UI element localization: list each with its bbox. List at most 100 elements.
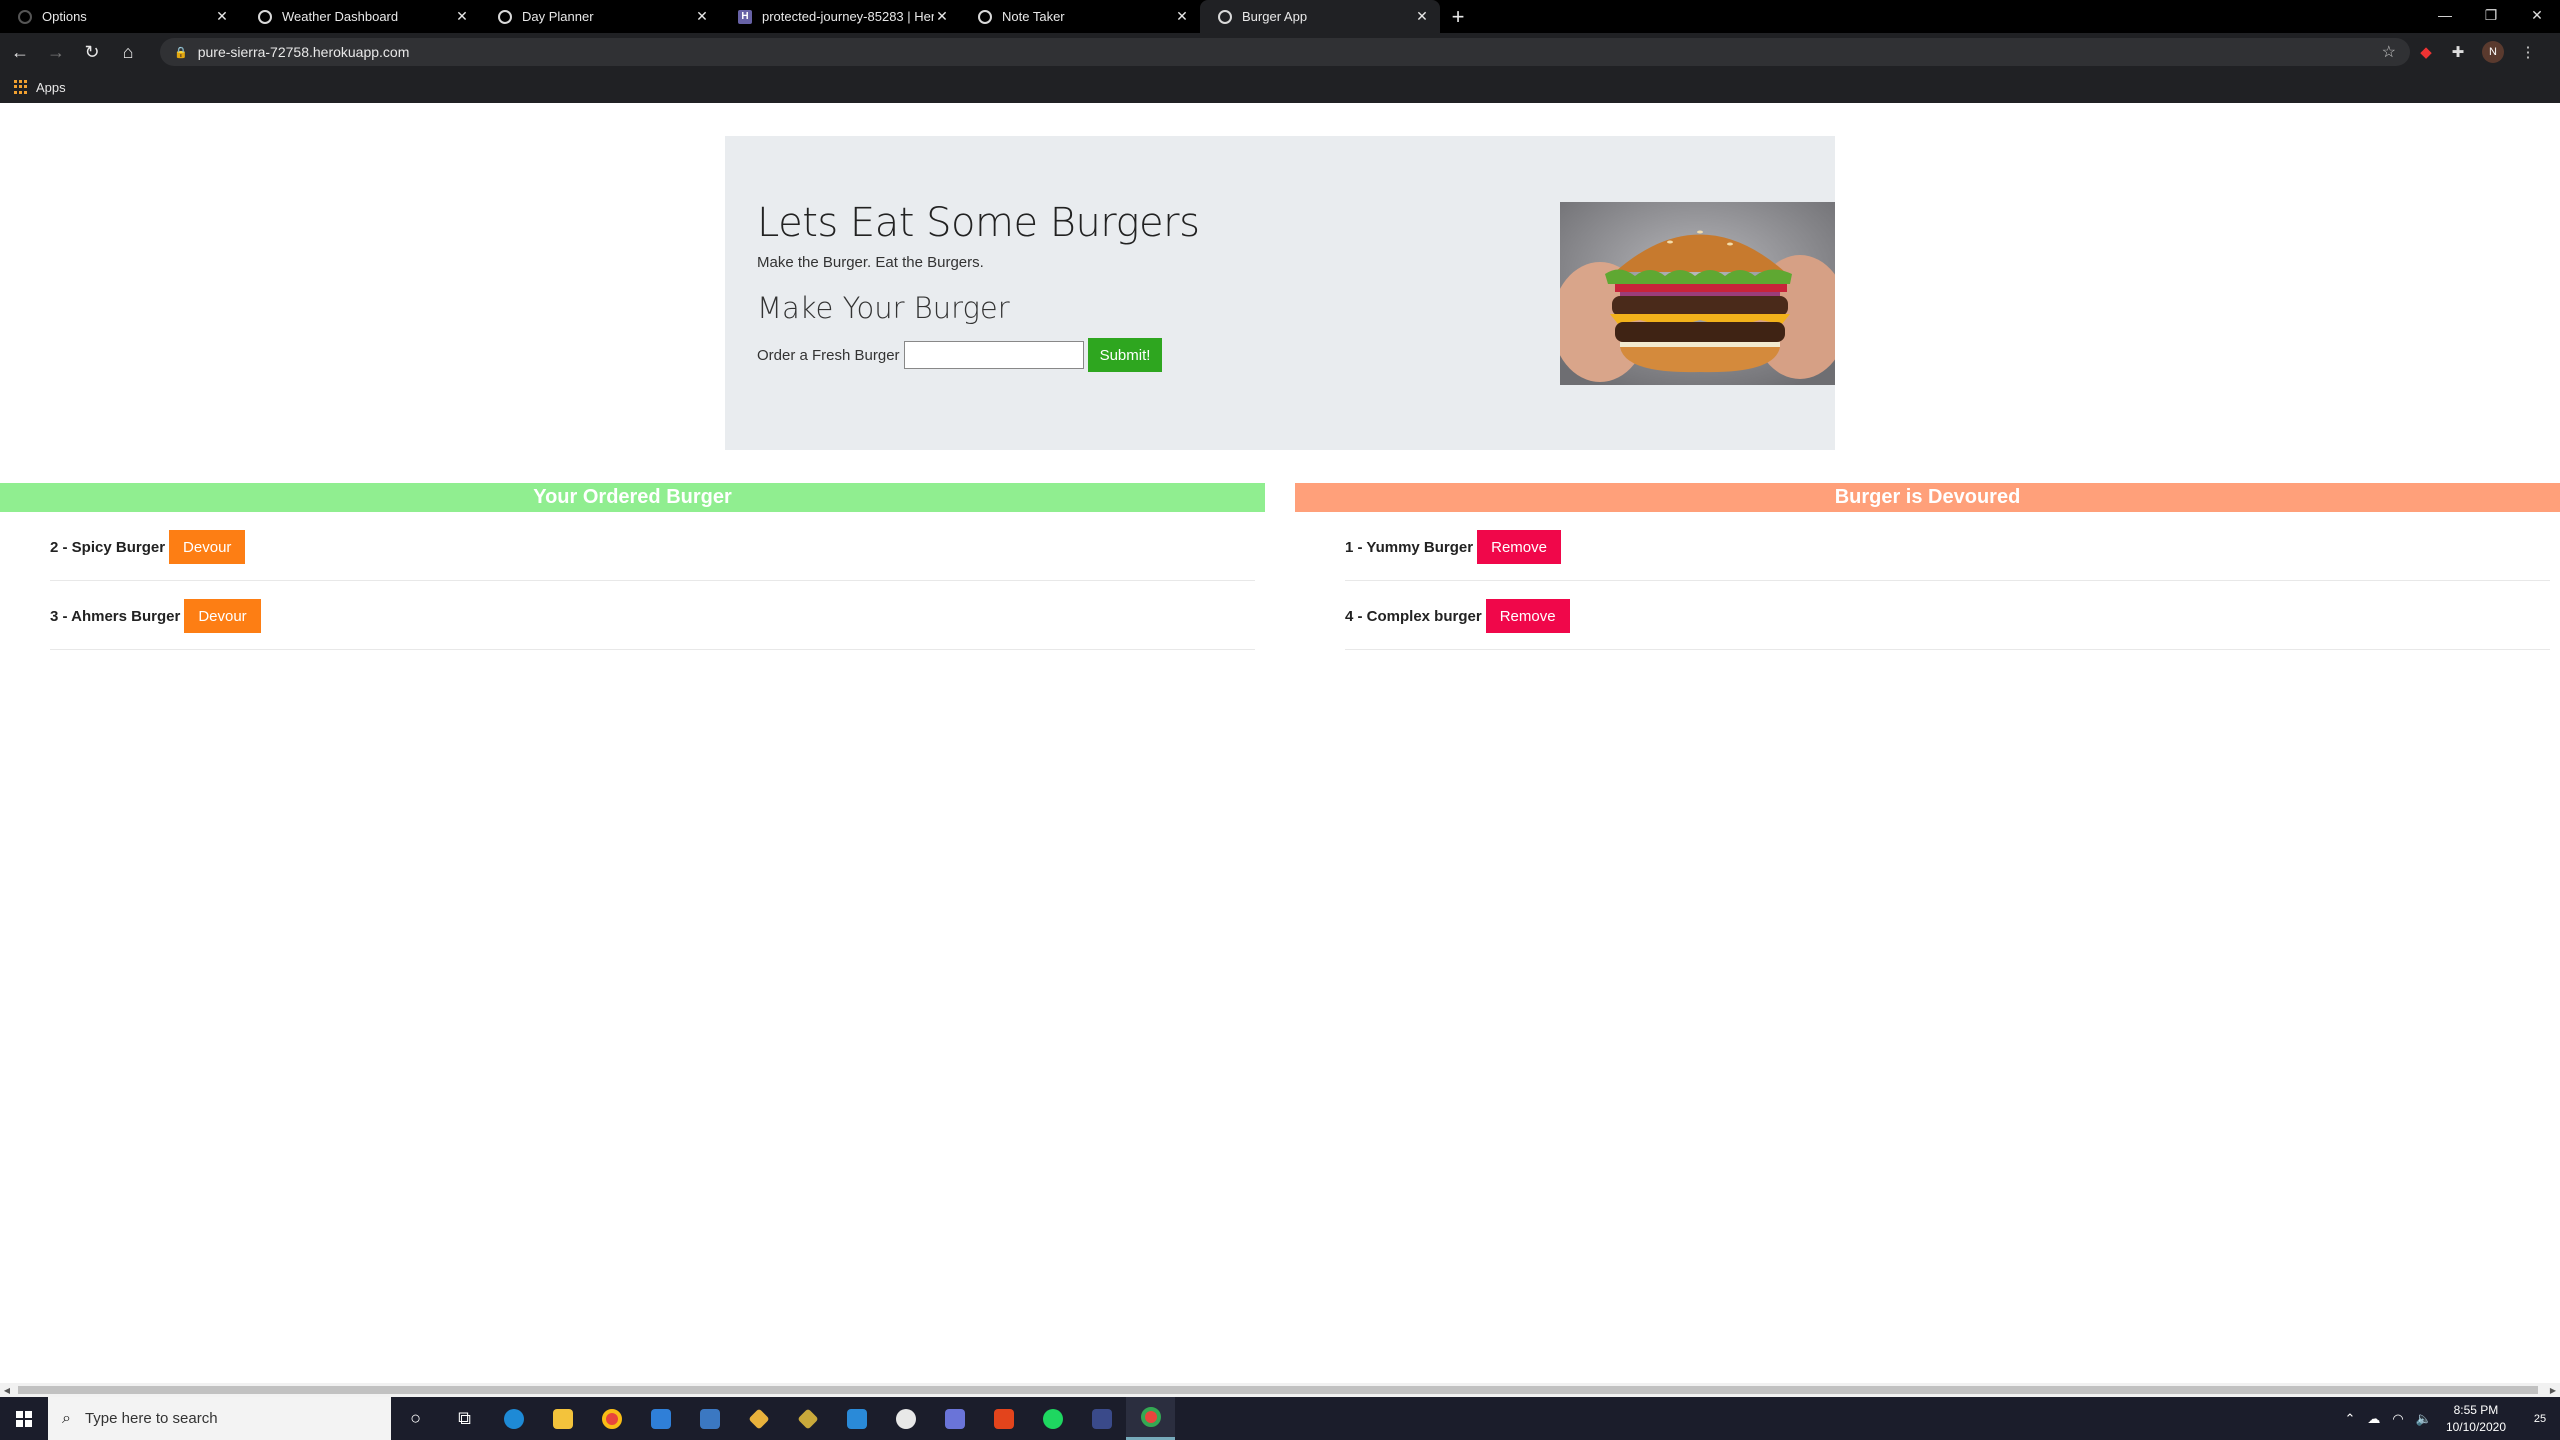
reload-icon[interactable]: ↻ (76, 36, 108, 68)
burger-name: 2 - Spicy Burger (50, 538, 166, 556)
ordered-list: 2 - Spicy Burger Devour 3 - Ahmers Burge… (50, 512, 1255, 650)
clock-date: 10/10/2020 (2445, 1419, 2506, 1434)
devour-button[interactable]: Devour (184, 599, 261, 633)
scroll-right-icon[interactable]: ▶ (2546, 1383, 2560, 1397)
office-icon[interactable] (979, 1397, 1028, 1440)
cortana-icon[interactable]: ○ (391, 1397, 440, 1440)
tab-burger-app[interactable]: Burger App ✕ (1200, 0, 1440, 33)
heroku-icon: H (738, 9, 752, 24)
system-tray: ⌃ ☁ ◠ 🔈 8:55 PM 10/10/2020 25 (2339, 1397, 2560, 1440)
horizontal-scrollbar[interactable]: ◀ ▶ (0, 1383, 2560, 1397)
bookmarks-bar: Apps (0, 71, 2560, 103)
git-icon[interactable] (734, 1397, 783, 1440)
clock[interactable]: 8:55 PM 10/10/2020 (2446, 1402, 2506, 1436)
volume-icon[interactable]: 🔈 (2416, 1411, 2432, 1427)
tab-note-taker[interactable]: Note Taker ✕ (960, 0, 1200, 33)
scrollbar-thumb[interactable] (18, 1386, 2538, 1394)
discord-icon[interactable] (930, 1397, 979, 1440)
scroll-left-icon[interactable]: ◀ (0, 1383, 14, 1397)
close-icon[interactable]: ✕ (454, 8, 470, 25)
home-icon[interactable]: ⌂ (112, 36, 144, 68)
git-bash-icon[interactable] (783, 1397, 832, 1440)
devoured-header: Burger is Devoured (1295, 483, 2560, 512)
start-button[interactable] (0, 1397, 48, 1440)
ordered-column: Your Ordered Burger 2 - Spicy Burger Dev… (0, 483, 1265, 650)
tab-weather-dashboard[interactable]: Weather Dashboard ✕ (240, 0, 480, 33)
extension-icon[interactable]: ◆ (2410, 36, 2442, 68)
notification-count: 25 (2533, 1412, 2547, 1425)
devoured-list: 1 - Yummy Burger Remove 4 - Complex burg… (1345, 512, 2550, 650)
list-item: 1 - Yummy Burger Remove (1345, 512, 2550, 581)
toolbar: ← → ↻ ⌂ 🔒 pure-sierra-72758.herokuapp.co… (0, 33, 2560, 71)
close-icon[interactable]: ✕ (694, 8, 710, 25)
tab-heroku[interactable]: H protected-journey-85283 | Herol ✕ (720, 0, 960, 33)
terminal-icon[interactable] (1077, 1397, 1126, 1440)
burger-name: 1 - Yummy Burger (1345, 538, 1474, 556)
close-icon[interactable]: ✕ (934, 8, 950, 25)
remove-button[interactable]: Remove (1477, 530, 1561, 564)
burger-image (1560, 202, 1835, 385)
tab-day-planner[interactable]: Day Planner ✕ (480, 0, 720, 33)
task-view-icon[interactable]: ⧉ (440, 1397, 489, 1440)
notification-icon[interactable]: 25 (2520, 1397, 2560, 1440)
chevron-up-icon[interactable]: ⌃ (2345, 1411, 2356, 1427)
tab-title: Options (42, 9, 87, 24)
store-icon[interactable] (685, 1397, 734, 1440)
menu-icon[interactable]: ⋮ (2512, 36, 2544, 68)
minimize-icon[interactable]: — (2422, 0, 2468, 30)
order-label: Order a Fresh Burger (757, 346, 900, 364)
chrome-icon[interactable] (587, 1397, 636, 1440)
address-bar[interactable]: 🔒 pure-sierra-72758.herokuapp.com ☆ (160, 38, 2410, 66)
new-tab-button[interactable]: + (1440, 0, 1476, 33)
list-item: 4 - Complex burger Remove (1345, 581, 2550, 650)
lock-icon[interactable]: 🔒 (174, 46, 188, 59)
burger-name: 4 - Complex burger (1345, 607, 1482, 625)
tab-title: Burger App (1242, 9, 1308, 24)
puzzle-icon[interactable]: ✚ (2442, 36, 2474, 68)
file-explorer-icon[interactable] (538, 1397, 587, 1440)
apps-grid-icon (14, 80, 28, 94)
slack-icon[interactable] (881, 1397, 930, 1440)
chrome-active-icon[interactable] (1126, 1397, 1175, 1440)
tab-options[interactable]: Options ✕ (0, 0, 240, 33)
tab-title: protected-journey-85283 | Herol (762, 9, 934, 24)
close-icon[interactable]: ✕ (214, 8, 230, 25)
tab-strip: Options ✕ Weather Dashboard ✕ Day Planne… (0, 0, 2560, 33)
spotify-icon[interactable] (1028, 1397, 1077, 1440)
vscode-icon[interactable] (832, 1397, 881, 1440)
close-icon[interactable]: ✕ (1414, 8, 1430, 25)
avatar[interactable]: N (2482, 41, 2504, 63)
globe-icon (978, 9, 992, 24)
edge-icon[interactable] (489, 1397, 538, 1440)
tab-title: Note Taker (1002, 9, 1065, 24)
back-icon[interactable]: ← (4, 36, 36, 68)
forward-icon[interactable]: → (40, 36, 72, 68)
star-icon[interactable]: ☆ (2382, 42, 2396, 62)
restore-icon[interactable]: ❐ (2468, 0, 2514, 30)
taskbar-search[interactable]: ⌕ Type here to search (48, 1397, 391, 1440)
submit-button[interactable]: Submit! (1087, 338, 1163, 372)
network-icon[interactable]: ◠ (2392, 1411, 2403, 1427)
remove-button[interactable]: Remove (1485, 599, 1570, 633)
globe-icon (1218, 9, 1232, 24)
tab-title: Day Planner (522, 9, 594, 24)
page-title: Lets Eat Some Burgers (757, 200, 1200, 246)
close-icon[interactable]: ✕ (1174, 8, 1190, 25)
jumbotron: Lets Eat Some Burgers Make the Burger. E… (725, 136, 1835, 450)
window-controls: — ❐ ✕ (2422, 0, 2560, 30)
globe-icon (258, 9, 272, 24)
ordered-header: Your Ordered Burger (0, 483, 1265, 512)
close-window-icon[interactable]: ✕ (2514, 0, 2560, 30)
taskbar: ⌕ Type here to search ○ ⧉ ⌃ ☁ ◠ 🔈 8:55 P… (0, 1397, 2560, 1440)
burger-name-input[interactable] (903, 341, 1084, 369)
lead-text: Make the Burger. Eat the Burgers. (757, 254, 984, 271)
mail-icon[interactable] (636, 1397, 685, 1440)
windows-icon (16, 1410, 32, 1427)
devour-button[interactable]: Devour (169, 530, 246, 564)
loading-icon (18, 9, 32, 24)
devoured-column: Burger is Devoured 1 - Yummy Burger Remo… (1295, 483, 2560, 650)
cloud-icon[interactable]: ☁ (2367, 1411, 2380, 1427)
bookmark-apps[interactable]: Apps (36, 80, 66, 95)
url-text[interactable]: pure-sierra-72758.herokuapp.com (198, 44, 2382, 60)
list-item: 3 - Ahmers Burger Devour (50, 581, 1255, 650)
